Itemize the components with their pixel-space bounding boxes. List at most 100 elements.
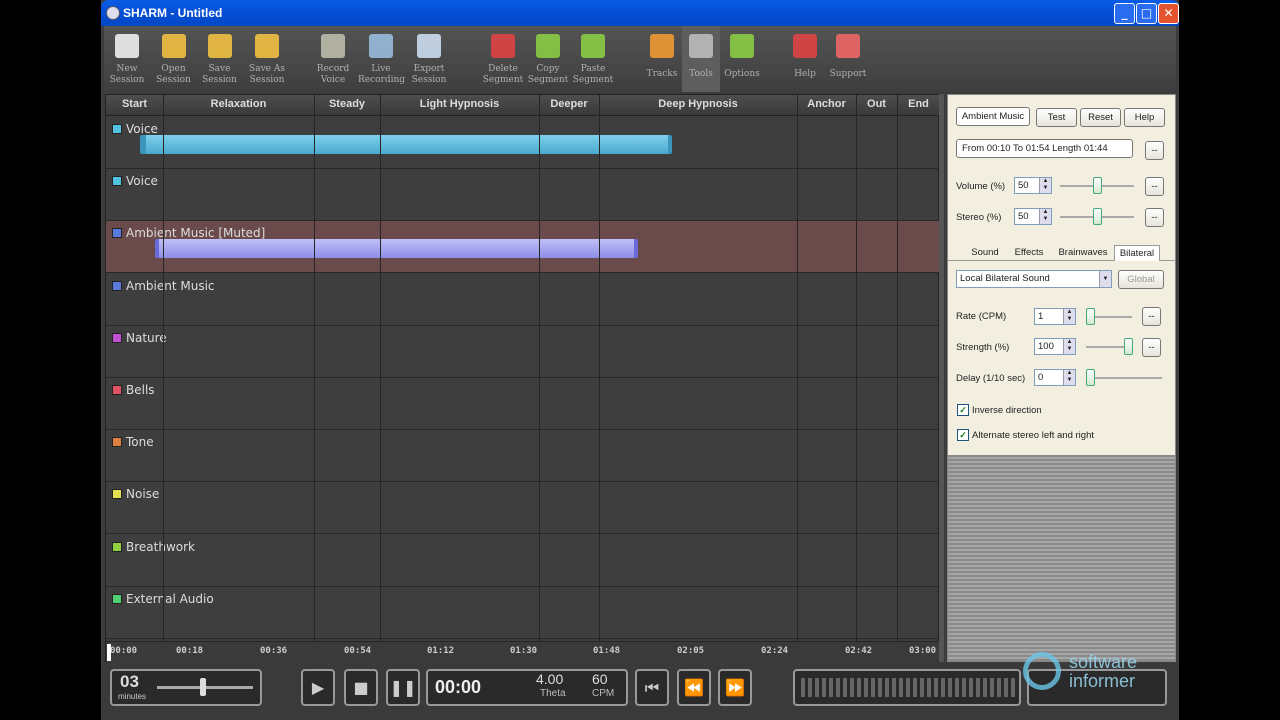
toolbar-help-button[interactable]: Help	[787, 26, 823, 92]
track-label[interactable]: Ambient Music [Muted]	[112, 226, 265, 240]
save-as-icon	[255, 34, 279, 58]
track-row[interactable]: Ambient Music [Muted]	[106, 221, 940, 274]
toolbar-tracks-button[interactable]: Tracks	[644, 26, 680, 92]
playhead-marker[interactable]	[107, 644, 111, 661]
phase-divider	[856, 95, 857, 641]
volume-value: 50	[1018, 180, 1029, 191]
toolbar-new-button[interactable]: New Session	[107, 26, 147, 92]
delay-spinner[interactable]: 0 ▲ ▼	[1034, 369, 1076, 386]
toolbar-copy-button[interactable]: Copy Segment	[525, 26, 571, 92]
toolbar-save-button[interactable]: Save Session	[198, 26, 241, 92]
volume-spinner[interactable]: 50 ▲ ▼	[1014, 177, 1052, 194]
rewind-button[interactable]: ⏪	[677, 669, 711, 706]
spin-arrows-icon[interactable]: ▲ ▼	[1039, 178, 1051, 193]
spin-arrows-icon[interactable]: ▲ ▼	[1039, 209, 1051, 224]
tab-effects[interactable]: Effects	[1008, 245, 1050, 261]
delay-slider[interactable]	[1086, 377, 1162, 379]
track-name: Ambient Music [Muted]	[126, 226, 266, 241]
chevron-down-icon[interactable]: ▼	[1099, 271, 1111, 287]
spin-arrows-icon[interactable]: ▲ ▼	[1063, 370, 1075, 385]
toolbar-saveas-button[interactable]: Save As Session	[243, 26, 291, 92]
track-label[interactable]: Voice	[112, 174, 158, 188]
strength-spinner[interactable]: 100 ▲ ▼	[1034, 338, 1076, 355]
track-label[interactable]: Tone	[112, 435, 154, 449]
timeline-tick: 02:05	[677, 646, 705, 656]
track-label[interactable]: Bells	[112, 383, 155, 397]
stereo-spinner[interactable]: 50 ▲ ▼	[1014, 208, 1052, 225]
status-display: 00:00 4.00 Theta 60 CPM	[426, 669, 628, 706]
skip-start-button[interactable]: ⏮	[635, 669, 669, 706]
toolbar-open-button[interactable]: Open Session	[152, 26, 195, 92]
track-label[interactable]: Noise	[112, 487, 159, 501]
tab-sound[interactable]: Sound	[964, 245, 1006, 261]
close-button[interactable]: ✕	[1158, 3, 1179, 24]
toolbar-live-button[interactable]: Live Recording	[358, 26, 405, 92]
global-button[interactable]: Global	[1118, 270, 1164, 289]
track-row[interactable]: External Audio	[106, 587, 940, 639]
track-label[interactable]: Breathwork	[112, 540, 195, 554]
track-label[interactable]: Voice	[112, 122, 158, 136]
track-name: Tone	[126, 435, 154, 450]
track-row[interactable]: Breathwork	[106, 535, 940, 587]
track-name-button[interactable]: Ambient Music	[956, 107, 1030, 126]
toolbar-tools-button[interactable]: Tools	[682, 26, 720, 92]
toolbar-paste-button[interactable]: Paste Segment	[570, 26, 616, 92]
voice-segment[interactable]	[140, 135, 672, 154]
track-name: Voice	[126, 174, 158, 189]
toolbar-export-button[interactable]: Export Session	[405, 26, 453, 92]
track-row[interactable]: Nature	[106, 326, 940, 378]
track-row[interactable]: Tone	[106, 430, 940, 483]
pause-button[interactable]: ❚❚	[386, 669, 420, 706]
toolbar-help-label: Help	[794, 69, 816, 79]
tab-brainwaves[interactable]: Brainwaves	[1052, 245, 1114, 261]
bilateral-source-select[interactable]: Local Bilateral Sound ▼	[956, 270, 1112, 288]
track-row[interactable]: Ambient Music	[106, 274, 940, 326]
ambient-music-segment[interactable]	[155, 239, 638, 259]
rewind-icon: ⏪	[684, 678, 704, 697]
stop-button[interactable]: ■	[344, 669, 378, 706]
tab-bilateral[interactable]: Bilateral	[1114, 245, 1160, 261]
phase-divider	[797, 95, 798, 641]
rate-more-button[interactable]: --	[1142, 307, 1161, 326]
spin-arrows-icon[interactable]: ▲ ▼	[1063, 309, 1075, 324]
range-more-button[interactable]: --	[1145, 141, 1164, 160]
track-row[interactable]: Bells	[106, 378, 940, 430]
play-button[interactable]: ▶	[301, 669, 335, 706]
track-name: Ambient Music	[126, 278, 215, 293]
track-row[interactable]: Noise	[106, 482, 940, 535]
rate-slider-thumb[interactable]	[1086, 308, 1095, 325]
minimize-button[interactable]: _	[1114, 3, 1135, 24]
timeline-tick: 00:00	[110, 646, 138, 656]
stereo-slider-thumb[interactable]	[1093, 208, 1102, 225]
track-row[interactable]: Voice	[106, 117, 940, 169]
track-row[interactable]: Voice	[106, 169, 940, 222]
volume-slider-thumb[interactable]	[1093, 177, 1102, 194]
duration-slider-thumb[interactable]	[200, 678, 206, 696]
strength-slider-thumb[interactable]	[1124, 338, 1133, 355]
delete-segment-icon	[491, 34, 515, 58]
reset-button[interactable]: Reset	[1080, 108, 1121, 127]
live-recording-icon	[369, 34, 393, 58]
help-button[interactable]: Help	[1124, 108, 1165, 127]
toolbar-support-button[interactable]: Support	[827, 26, 869, 92]
volume-more-button[interactable]: --	[1145, 177, 1164, 196]
delay-value: 0	[1038, 372, 1044, 383]
alternate-stereo-checkbox[interactable]: ✓	[957, 429, 969, 441]
maximize-button[interactable]: □	[1136, 3, 1157, 24]
toolbar-delete-button[interactable]: Delete Segment	[480, 26, 526, 92]
spin-arrows-icon[interactable]: ▲ ▼	[1063, 339, 1075, 354]
inverse-direction-checkbox[interactable]: ✓	[957, 404, 969, 416]
grid-scrollbar[interactable]	[939, 94, 944, 662]
test-button[interactable]: Test	[1036, 108, 1077, 127]
track-label[interactable]: Nature	[112, 331, 167, 345]
toolbar-saveas-label: Save As Session	[249, 64, 285, 85]
toolbar-options-button[interactable]: Options	[722, 26, 762, 92]
toolbar-record-button[interactable]: Record Voice	[312, 26, 354, 92]
rate-spinner[interactable]: 1 ▲ ▼	[1034, 308, 1076, 325]
delay-slider-thumb[interactable]	[1086, 369, 1095, 386]
fast-forward-button[interactable]: ⏩	[718, 669, 752, 706]
help-book-icon	[793, 34, 817, 58]
strength-more-button[interactable]: --	[1142, 338, 1161, 357]
timeline-ruler[interactable]: 00:00 00:18 00:36 00:54 01:12 01:30 01:48 02:05…	[106, 641, 940, 662]
stereo-more-button[interactable]: --	[1145, 208, 1164, 227]
